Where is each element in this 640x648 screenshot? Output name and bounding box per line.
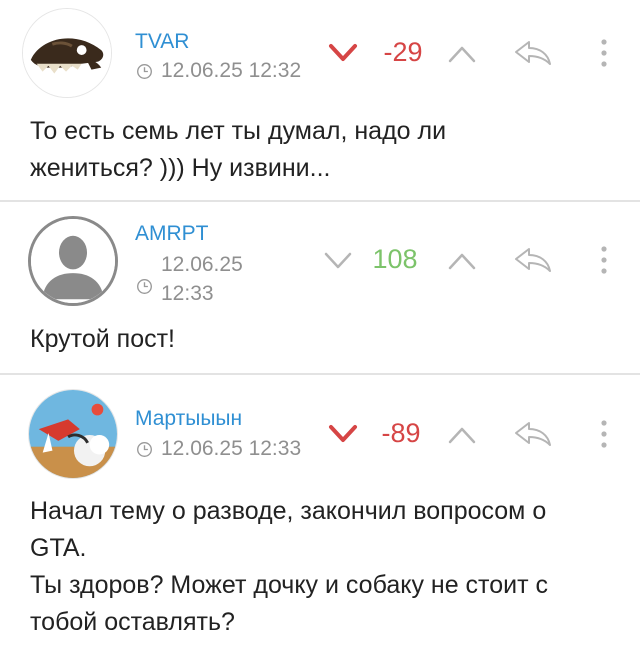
username[interactable]: TVAR [135,30,189,54]
reply-icon[interactable] [512,38,554,68]
reply-icon[interactable] [512,419,554,449]
upvote-icon[interactable] [447,251,477,271]
comment-body: Крутой пост! [30,325,176,353]
comment-rating: 108 [372,244,418,274]
comment: AMRPT 12.06.25 12:33 108 Крутой пост! [0,202,640,373]
timestamp-text: 12.06.25 12:33 [161,437,302,460]
username[interactable]: Мартыыын [135,407,242,431]
comment-timestamp: 12.06.25 12:33 [136,437,301,461]
downvote-icon[interactable] [328,424,358,444]
upvote-icon[interactable] [447,425,477,445]
comment-body: Начал тему о разводе, закончил вопросом … [30,497,548,636]
clock-icon [137,63,152,79]
downvote-icon[interactable] [323,251,353,271]
reply-icon[interactable] [512,245,554,275]
username[interactable]: AMRPT [135,222,209,246]
dinosaur-skull-avatar-image [23,9,111,97]
timestamp-time: 12:33 [161,282,214,305]
comment-timestamp: 12.06.25 12:32 [136,59,301,83]
timestamp-text: 12.06.25 12:32 [161,59,302,82]
comment-rating: -29 [383,37,423,67]
avatar[interactable] [28,216,118,306]
upvote-icon[interactable] [447,44,477,64]
more-icon[interactable] [600,38,608,68]
downvote-icon[interactable] [328,43,358,63]
timestamp-date: 12.06.25 [161,253,243,276]
comment-rating: -89 [381,418,421,448]
comment: Мартыыын 12.06.25 12:33 -89 Начал тему о… [0,375,640,648]
clock-icon [137,278,152,294]
comment-timestamp: 12.06.25 12:33 [136,250,243,308]
default-user-avatar-image [31,219,115,303]
more-icon[interactable] [600,419,608,449]
more-icon[interactable] [600,245,608,275]
avatar[interactable] [28,389,118,479]
cartoon-avatar-image [29,390,117,478]
clock-icon [137,441,152,457]
comment-body: То есть семь лет ты думал, надо ли женит… [30,117,447,182]
comment: TVAR 12.06.25 12:32 -29 То есть семь лет… [0,0,640,200]
avatar[interactable] [22,8,112,98]
